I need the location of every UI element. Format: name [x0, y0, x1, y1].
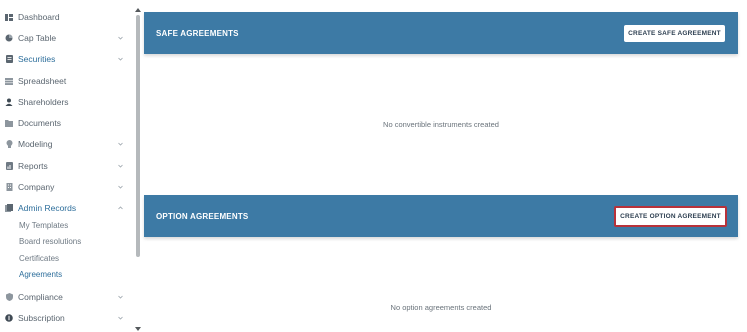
scroll-thumb[interactable]	[136, 15, 140, 257]
nav-modeling[interactable]: Modeling	[0, 134, 130, 154]
sub-certificates[interactable]: Certificates	[19, 251, 59, 265]
sidebar: Dashboard Cap Table Securities Spreadshe…	[0, 0, 134, 332]
report-icon	[5, 162, 13, 170]
subscription-icon	[5, 314, 13, 322]
nav-dashboard-label: Dashboard	[18, 12, 60, 22]
spreadsheet-icon	[5, 77, 13, 85]
safe-agreements-header: SAFE AGREEMENTS CREATE SAFE AGREEMENT	[144, 12, 738, 54]
nav-documents-label: Documents	[18, 118, 61, 128]
chevron-down-icon	[117, 163, 123, 169]
nav-spreadsheet[interactable]: Spreadsheet	[0, 71, 130, 91]
nav-compliance[interactable]: Compliance	[0, 287, 130, 307]
option-agreements-title: OPTION AGREEMENTS	[156, 211, 249, 221]
document-icon	[5, 55, 13, 63]
nav-securities[interactable]: Securities	[0, 49, 130, 69]
lightbulb-icon	[5, 140, 13, 148]
user-icon	[5, 98, 13, 106]
sub-my-templates[interactable]: My Templates	[19, 218, 68, 232]
nav-dashboard[interactable]: Dashboard	[0, 7, 130, 27]
chevron-up-icon	[117, 205, 123, 211]
create-option-agreement-button[interactable]: CREATE OPTION AGREEMENT	[614, 205, 727, 227]
folder-icon	[5, 119, 13, 127]
create-safe-agreement-button[interactable]: CREATE SAFE AGREEMENT	[624, 24, 725, 42]
chevron-down-icon	[117, 184, 123, 190]
scroll-down-arrow-icon[interactable]	[135, 327, 141, 331]
nav-company-label: Company	[18, 182, 55, 192]
scroll-up-arrow-icon[interactable]	[135, 8, 141, 12]
nav-securities-label: Securities	[18, 54, 56, 64]
option-empty-message: No option agreements created	[390, 303, 492, 312]
chevron-down-icon	[117, 35, 123, 41]
chevron-down-icon	[117, 315, 123, 321]
dashboard-icon	[5, 13, 13, 21]
option-agreements-header: OPTION AGREEMENTS CREATE OPTION AGREEMEN…	[144, 195, 738, 237]
nav-company[interactable]: Company	[0, 177, 130, 197]
nav-reports[interactable]: Reports	[0, 156, 130, 176]
building-icon	[5, 183, 13, 191]
nav-subscription[interactable]: Subscription	[0, 308, 130, 328]
nav-modeling-label: Modeling	[18, 139, 53, 149]
chevron-down-icon	[117, 141, 123, 147]
nav-documents[interactable]: Documents	[0, 113, 130, 133]
nav-shareholders-label: Shareholders	[18, 97, 69, 107]
safe-agreements-title: SAFE AGREEMENTS	[156, 28, 239, 38]
shield-icon	[5, 293, 13, 301]
nav-admin-records[interactable]: Admin Records	[0, 198, 130, 218]
records-icon	[5, 204, 13, 212]
nav-cap-table-label: Cap Table	[18, 33, 57, 43]
nav-cap-table[interactable]: Cap Table	[0, 28, 130, 48]
pie-chart-icon	[5, 34, 13, 42]
sub-board-resolutions[interactable]: Board resolutions	[19, 234, 81, 248]
nav-shareholders[interactable]: Shareholders	[0, 92, 130, 112]
safe-empty-message: No convertible instruments created	[383, 120, 499, 129]
sub-agreements[interactable]: Agreements	[19, 267, 62, 281]
nav-admin-records-label: Admin Records	[18, 203, 77, 213]
nav-subscription-label: Subscription	[18, 313, 65, 323]
nav-reports-label: Reports	[18, 161, 48, 171]
nav-spreadsheet-label: Spreadsheet	[18, 76, 67, 86]
nav-compliance-label: Compliance	[18, 292, 63, 302]
chevron-down-icon	[117, 294, 123, 300]
chevron-down-icon	[117, 56, 123, 62]
